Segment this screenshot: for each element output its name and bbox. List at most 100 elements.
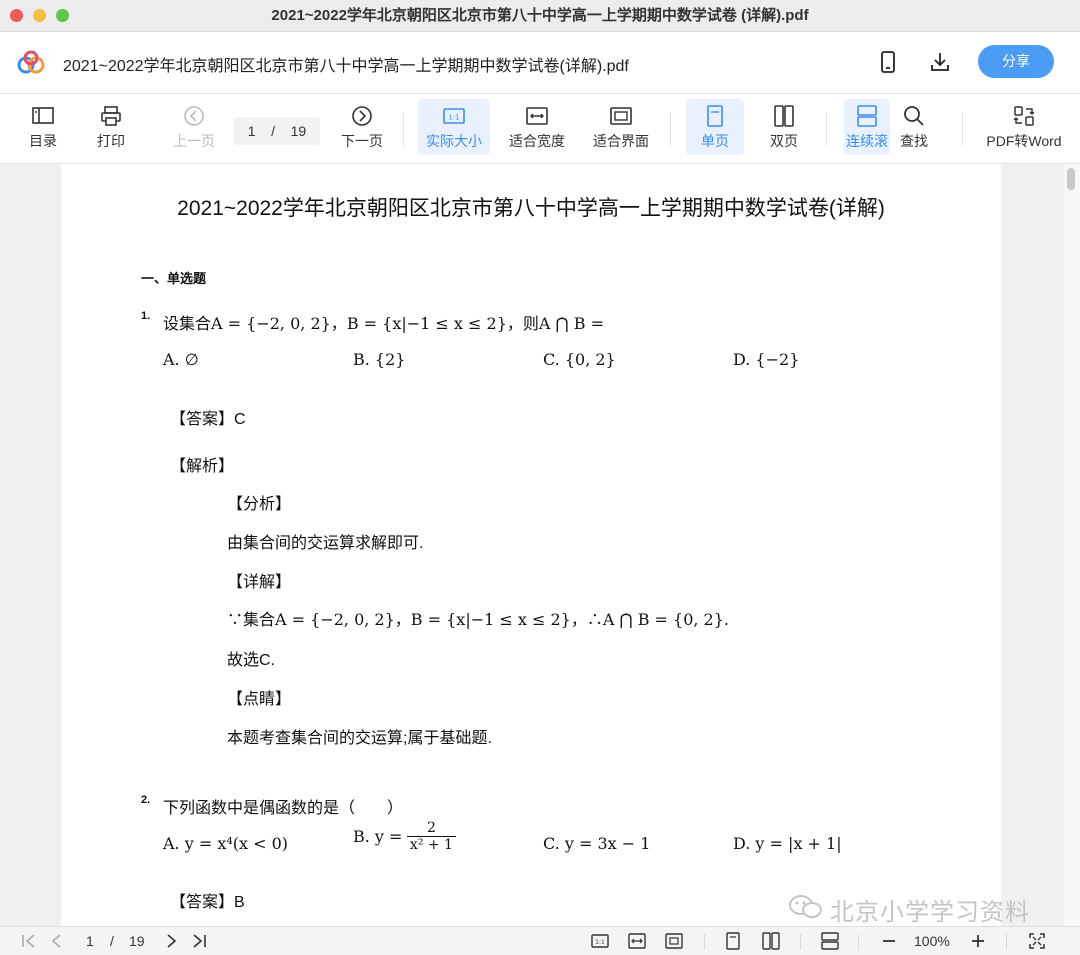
search-button[interactable]: 查找 xyxy=(892,99,936,155)
fraction-numerator: 2 xyxy=(406,820,456,837)
answer-label: 【答案】C xyxy=(170,411,246,428)
pdf-to-word-button[interactable]: PDF转Word xyxy=(982,99,1066,155)
next-page-label: 下一页 xyxy=(341,133,383,149)
prev-page-label: 上一页 xyxy=(173,133,215,149)
actual-size-button[interactable]: 1:1 实际大小 xyxy=(418,99,490,155)
pdf-page: 2021~2022学年北京朝阳区北京市第八十中学高一上学期期中数学试卷(详解) … xyxy=(61,164,1001,926)
search-icon xyxy=(904,106,924,126)
option-b: B. y = 2 x² + 1 xyxy=(353,820,456,853)
wechat-icon xyxy=(789,895,822,918)
fenxi-heading: 【分析】 xyxy=(227,496,292,513)
toc-button[interactable]: 目录 xyxy=(18,99,68,155)
option-b: B. {2} xyxy=(353,350,406,369)
bottom-divider xyxy=(1006,934,1007,950)
next-page-icon[interactable] xyxy=(162,932,180,950)
actual-size-label: 实际大小 xyxy=(426,133,482,149)
bottom-bar: 1 / 19 1:1 100% xyxy=(0,926,1080,955)
continuous-scroll-button[interactable]: 连续滚 xyxy=(844,99,890,155)
bottom-page-current[interactable]: 1 xyxy=(86,933,94,949)
print-label: 打印 xyxy=(97,133,125,149)
fraction: 2 x² + 1 xyxy=(406,820,456,853)
dianjing-text: 本题考查集合间的交运算;属于基础题. xyxy=(227,730,492,747)
fit-width-button[interactable]: 适合宽度 xyxy=(504,99,570,155)
zoom-out-icon[interactable] xyxy=(880,932,898,950)
page-total: 19 xyxy=(290,123,307,139)
q1-expr-c: A ⋂ B = xyxy=(538,314,604,333)
fit-window-icon[interactable] xyxy=(665,932,683,950)
bottom-page-total: 19 xyxy=(129,933,145,949)
vertical-scrollbar[interactable] xyxy=(1063,164,1080,926)
document-title: 2021~2022学年北京朝阳区北京市第八十中学高一上学期期中数学试卷(详解).… xyxy=(63,58,629,75)
question-number: 2. xyxy=(141,794,151,806)
prev-page-button[interactable]: 上一页 xyxy=(166,99,222,155)
document-viewer[interactable]: 2021~2022学年北京朝阳区北京市第八十中学高一上学期期中数学试卷(详解) … xyxy=(0,164,1080,926)
xiangjie-heading: 【详解】 xyxy=(227,574,292,591)
single-page-button[interactable]: 单页 xyxy=(686,99,744,155)
bottom-divider xyxy=(858,934,859,950)
q1-expr-a: A = {−2, 0, 2} xyxy=(211,314,331,333)
q1-expr-b: B = {x|−1 ≤ x ≤ 2} xyxy=(346,314,507,333)
phone-icon[interactable] xyxy=(876,50,900,74)
actual-size-icon[interactable]: 1:1 xyxy=(591,932,609,950)
option-c: C. y = 3x − 1 xyxy=(543,834,651,853)
continuous-scroll-label: 连续滚 xyxy=(846,133,888,149)
single-page-icon[interactable] xyxy=(724,932,742,950)
share-button[interactable]: 分享 xyxy=(978,45,1054,78)
fraction-denominator: x² + 1 xyxy=(409,837,453,853)
page-current: 1 xyxy=(247,123,256,139)
double-page-icon[interactable] xyxy=(762,932,780,950)
arrow-right-circle-icon xyxy=(352,106,372,126)
next-page-button[interactable]: 下一页 xyxy=(334,99,390,155)
fit-window-icon xyxy=(610,107,632,125)
app-logo-icon xyxy=(17,50,45,74)
zoom-level[interactable]: 100% xyxy=(914,933,950,949)
dianjing-heading: 【点睛】 xyxy=(227,691,292,708)
download-icon[interactable] xyxy=(928,50,952,74)
convert-icon xyxy=(1013,106,1035,126)
question-number: 1. xyxy=(141,310,151,322)
fullscreen-icon[interactable] xyxy=(1028,932,1046,950)
double-page-label: 双页 xyxy=(770,133,798,149)
page-separator: / xyxy=(271,123,276,139)
option-b-prefix: B. y = xyxy=(353,827,403,846)
toolbar-divider xyxy=(826,112,827,146)
prev-page-icon[interactable] xyxy=(48,932,66,950)
fit-window-button[interactable]: 适合界面 xyxy=(588,99,654,155)
conclusion-text: 故选C. xyxy=(227,652,276,669)
fit-width-label: 适合宽度 xyxy=(509,133,565,149)
section-heading: 一、单选题 xyxy=(141,271,207,286)
window-titlebar: 2021~2022学年北京朝阳区北京市第八十中学高一上学期期中数学试卷 (详解)… xyxy=(0,0,1080,32)
arrow-left-circle-icon xyxy=(184,106,204,126)
fit-width-icon[interactable] xyxy=(628,932,646,950)
svg-text:1:1: 1:1 xyxy=(448,114,459,122)
first-page-icon[interactable] xyxy=(20,932,38,950)
fenxi-text: 由集合间的交运算求解即可. xyxy=(227,535,424,552)
question-text: 设集合A = {−2, 0, 2}，B = {x|−1 ≤ x ≤ 2}，则A … xyxy=(163,310,604,334)
actual-size-icon: 1:1 xyxy=(443,108,465,124)
answer-label: 【答案】B xyxy=(170,894,245,911)
scrollbar-thumb[interactable] xyxy=(1067,168,1075,190)
app-header: 2021~2022学年北京朝阳区北京市第八十中学高一上学期期中数学试卷(详解).… xyxy=(0,32,1080,94)
svg-text:1:1: 1:1 xyxy=(595,939,605,946)
option-a: A. y = x⁴(x < 0) xyxy=(163,834,289,853)
double-page-button[interactable]: 双页 xyxy=(758,99,810,155)
double-page-icon xyxy=(774,105,794,127)
fit-window-label: 适合界面 xyxy=(593,133,649,149)
single-page-icon xyxy=(707,105,723,127)
bottom-page-separator: / xyxy=(110,933,114,949)
toolbar-divider xyxy=(962,112,963,146)
toolbar-divider xyxy=(403,112,404,146)
continuous-scroll-icon[interactable] xyxy=(821,932,839,950)
option-d: D. y = |x + 1| xyxy=(733,834,842,853)
zoom-in-icon[interactable] xyxy=(969,932,987,950)
pdf-to-word-label: PDF转Word xyxy=(986,133,1062,149)
last-page-icon[interactable] xyxy=(190,932,208,950)
analysis-heading: 【解析】 xyxy=(170,458,235,475)
option-a: A. ∅ xyxy=(163,350,199,369)
print-button[interactable]: 打印 xyxy=(86,99,136,155)
single-page-label: 单页 xyxy=(701,133,729,149)
option-d: D. {−2} xyxy=(733,350,800,369)
fit-width-icon xyxy=(526,107,548,125)
page-number-box[interactable]: 1 / 19 xyxy=(234,117,320,145)
xiangjie-text: ∵集合A = {−2, 0, 2}，B = {x|−1 ≤ x ≤ 2}，∴A … xyxy=(227,610,730,629)
